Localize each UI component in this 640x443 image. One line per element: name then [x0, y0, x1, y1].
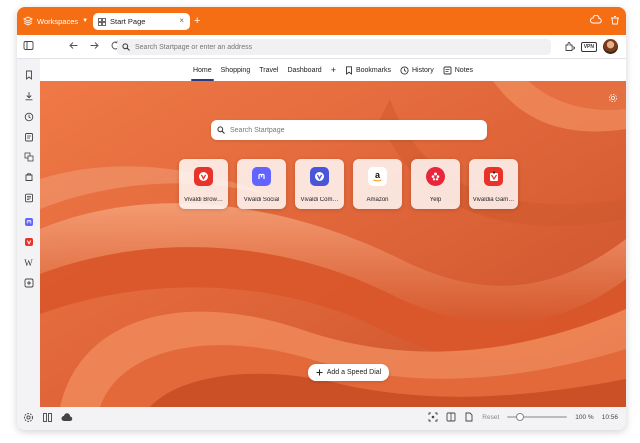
tab-shopping[interactable]: Shopping	[221, 59, 251, 81]
speed-dial-grid-icon	[98, 17, 106, 26]
tab-home-label: Home	[192, 66, 212, 74]
history-icon	[400, 65, 409, 75]
search-placeholder: Search Startpage	[230, 126, 285, 134]
amazon-icon: a	[368, 167, 387, 186]
tab-bookmarks-label: Bookmarks	[355, 66, 391, 74]
speed-dial-vivaldi-social[interactable]: Vivaldi Social	[237, 159, 286, 209]
speed-dial-yelp[interactable]: Yelp	[411, 159, 460, 209]
svg-text:a: a	[375, 170, 381, 180]
back-arrow-icon[interactable]	[68, 40, 79, 51]
tile-view-icon[interactable]	[42, 412, 53, 423]
downloads-icon[interactable]	[23, 90, 34, 101]
add-group-label: +	[330, 65, 336, 75]
address-bar: Search Startpage or enter an address VPN	[17, 35, 626, 59]
side-panel: W	[17, 59, 40, 407]
plus-icon	[316, 369, 323, 376]
notes-icon[interactable]	[23, 131, 34, 142]
mastodon-icon	[252, 167, 271, 186]
forward-arrow-icon[interactable]	[89, 40, 100, 51]
capture-icon[interactable]	[428, 412, 438, 422]
zoom-level: 100 %	[575, 413, 594, 421]
bookmark-icon	[346, 65, 352, 75]
reading-list-icon[interactable]	[23, 171, 34, 182]
new-tab-button[interactable]: +	[194, 13, 200, 30]
tab-history-label: History	[411, 66, 434, 74]
tab-bookmarks[interactable]: Bookmarks	[345, 59, 391, 81]
vivaldi-icon	[194, 167, 213, 186]
tab-travel[interactable]: Travel	[259, 59, 278, 81]
speed-dial-vivaldia-games[interactable]: Vivaldia Gam…	[469, 159, 518, 209]
history-icon[interactable]	[23, 111, 34, 122]
speed-dial-vivaldi-browser[interactable]: Vivaldi Brow…	[179, 159, 228, 209]
avatar[interactable]	[603, 39, 618, 54]
title-bar: Workspaces ▼ Start Page × +	[17, 7, 626, 35]
gear-icon[interactable]	[608, 93, 618, 103]
speed-dial-label: Vivaldi Brow…	[184, 197, 223, 203]
speed-dial-grid: Vivaldi Brow… Vivaldi Social Vivaldi Com…	[179, 159, 519, 209]
mastodon-panel-icon[interactable]	[23, 216, 34, 227]
workspaces-label: Workspaces	[37, 16, 79, 26]
speed-dial-label: Vivaldia Gam…	[472, 197, 515, 203]
sync-cloud-icon[interactable]	[61, 412, 73, 423]
chevron-down-icon: ▼	[82, 18, 89, 24]
tab-title: Start Page	[110, 17, 146, 26]
tab-notes-label: Notes	[454, 66, 474, 74]
wikipedia-icon[interactable]: W	[23, 257, 34, 268]
bookmarks-icon[interactable]	[23, 69, 34, 80]
tiling-icon[interactable]	[446, 412, 456, 422]
page-actions-icon[interactable]	[464, 412, 474, 422]
tab-history[interactable]: History	[400, 59, 434, 81]
search-input[interactable]: Search Startpage	[211, 120, 487, 140]
speed-dial-label: Yelp	[429, 197, 442, 203]
zoom-reset-button[interactable]: Reset	[482, 414, 499, 421]
workspaces-icon	[23, 16, 33, 26]
browser-window: Workspaces ▼ Start Page × + Search Start…	[17, 7, 626, 430]
speed-dial-label: Vivaldi Social	[243, 197, 280, 203]
speed-dial-amazon[interactable]: a Amazon	[353, 159, 402, 209]
tab-shopping-label: Shopping	[220, 66, 251, 74]
cloud-sync-icon[interactable]	[590, 15, 602, 25]
zoom-slider[interactable]	[507, 413, 568, 421]
vivaldi-community-icon	[310, 167, 329, 186]
settings-icon[interactable]	[23, 412, 34, 423]
add-panel-icon[interactable]	[23, 277, 34, 288]
status-bar: Reset 100 % 10:56	[17, 407, 626, 430]
extensions-icon[interactable]	[564, 41, 575, 52]
speed-dial-label: Vivaldi Com…	[300, 197, 339, 203]
tab-travel-label: Travel	[259, 66, 279, 74]
yelp-icon	[426, 167, 445, 186]
address-placeholder: Search Startpage or enter an address	[135, 43, 253, 51]
start-page: Home Shopping Travel Dashboard + Bookmar…	[40, 59, 626, 407]
search-icon	[122, 43, 130, 51]
speed-dial-vivaldi-community[interactable]: Vivaldi Com…	[295, 159, 344, 209]
mail-icon[interactable]	[23, 192, 34, 203]
search-icon	[217, 126, 225, 134]
add-speed-dial-label: Add a Speed Dial	[326, 369, 382, 376]
address-input[interactable]: Search Startpage or enter an address	[117, 39, 551, 55]
vivaldi-panel-icon[interactable]	[23, 236, 34, 247]
add-speed-dial-button[interactable]: Add a Speed Dial	[308, 364, 389, 381]
vpn-button[interactable]: VPN	[580, 41, 597, 52]
tab-start-page[interactable]: Start Page ×	[93, 13, 190, 30]
add-group-button[interactable]: +	[331, 59, 336, 81]
trash-icon[interactable]	[610, 15, 620, 25]
vivaldia-game-icon	[484, 167, 503, 186]
tab-dashboard[interactable]: Dashboard	[287, 59, 321, 81]
tab-notes[interactable]: Notes	[443, 59, 473, 81]
close-tab-icon[interactable]: ×	[179, 16, 184, 25]
panel-toggle-icon[interactable]	[23, 40, 34, 51]
tab-home[interactable]: Home	[190, 59, 214, 81]
translate-icon[interactable]	[23, 151, 34, 162]
notes-icon	[443, 66, 452, 74]
zoom-slider-knob[interactable]	[516, 413, 525, 421]
start-page-tabs: Home Shopping Travel Dashboard + Bookmar…	[40, 59, 626, 81]
clock: 10:56	[601, 413, 618, 421]
speed-dial-label: Amazon	[366, 197, 389, 203]
wallpaper	[40, 59, 626, 407]
workspaces-menu[interactable]: Workspaces ▼	[23, 14, 88, 28]
tab-dashboard-label: Dashboard	[287, 66, 322, 74]
